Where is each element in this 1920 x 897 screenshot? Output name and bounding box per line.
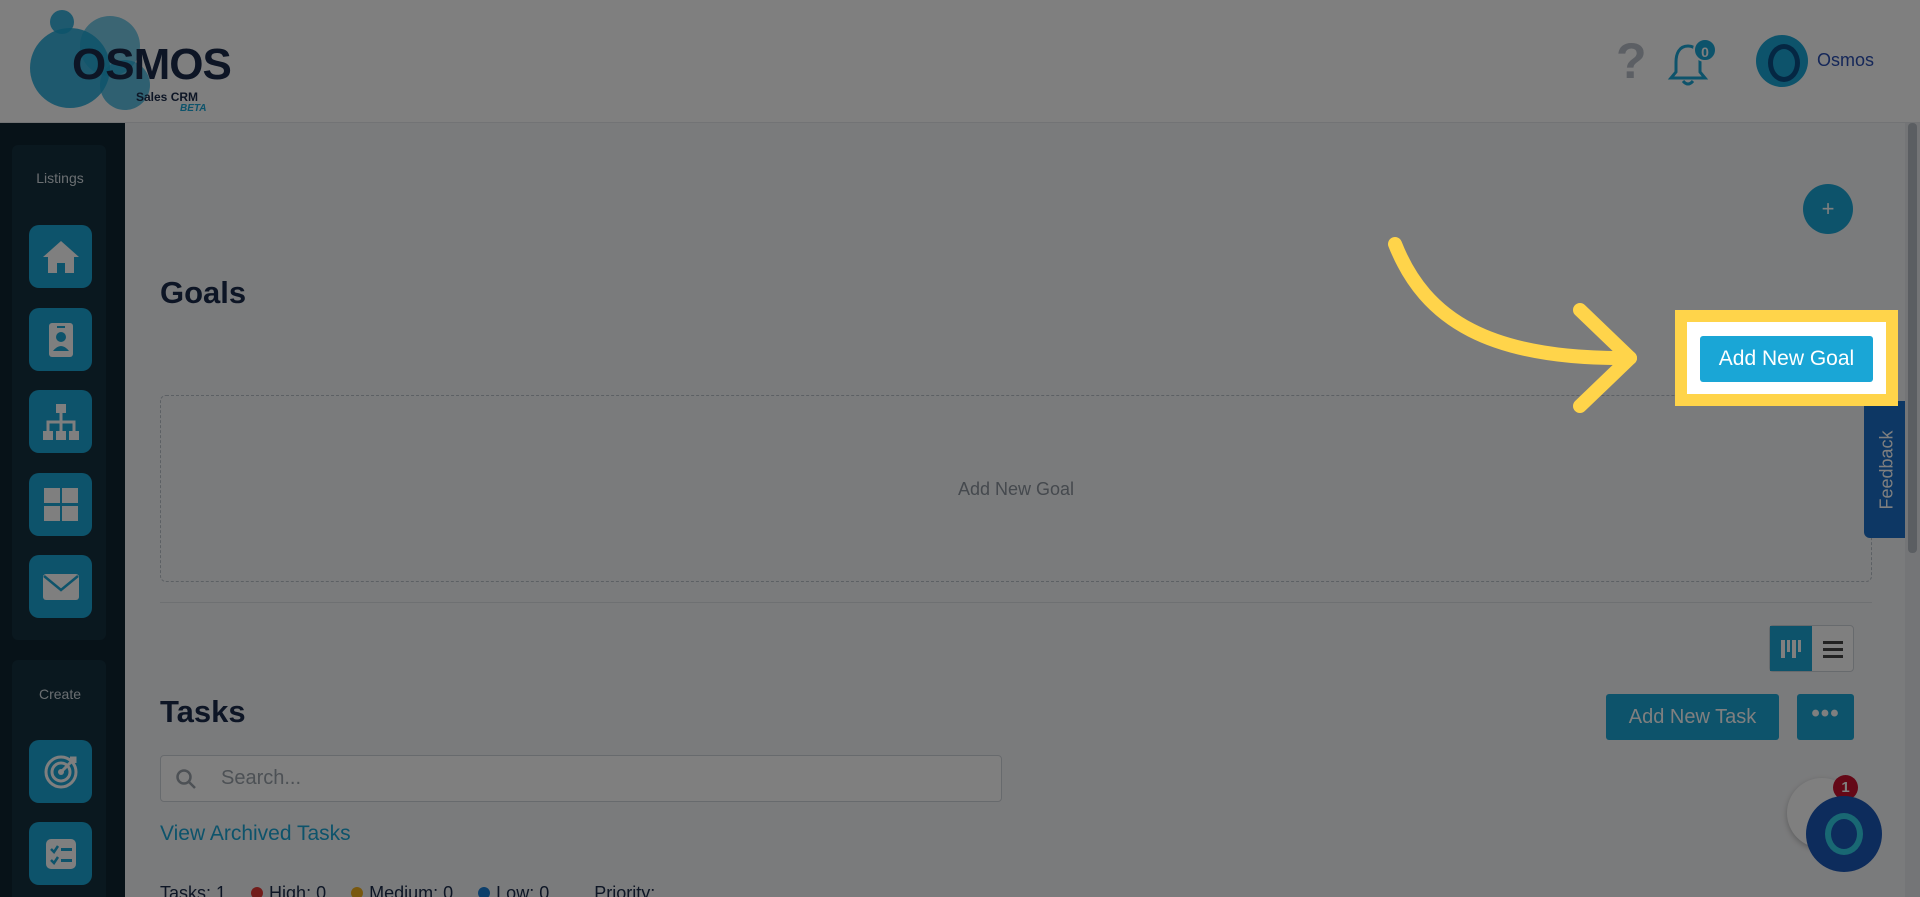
- question-icon[interactable]: ?: [1616, 36, 1647, 86]
- page-scrollbar[interactable]: [1905, 123, 1920, 897]
- add-new-task-button[interactable]: Add New Task: [1606, 694, 1779, 740]
- sidebar-item-mail[interactable]: [29, 555, 92, 618]
- kanban-view-button[interactable]: [1770, 626, 1812, 671]
- task-search: [160, 755, 1002, 802]
- task-stats: Tasks: 1 High: 0 Medium: 0 Low: 0 Priori…: [160, 883, 655, 897]
- sidebar-item-dashboard[interactable]: [29, 473, 92, 536]
- scrollbar-thumb[interactable]: [1908, 123, 1917, 553]
- grid-icon: [43, 487, 78, 521]
- feedback-tab[interactable]: Feedback: [1864, 401, 1909, 538]
- low-priority-dot: [478, 887, 491, 897]
- sidebar-item-contacts[interactable]: [29, 308, 92, 371]
- more-options-button[interactable]: •••: [1797, 694, 1854, 740]
- pointer-arrow-icon: [1388, 237, 1637, 413]
- osmos-logo[interactable]: OSMOS Sales CRM BETA: [30, 10, 232, 114]
- medium-priority-dot: [351, 887, 364, 897]
- view-archived-tasks-link[interactable]: View Archived Tasks: [160, 822, 351, 846]
- sidebar-item-create-task[interactable]: [29, 822, 92, 885]
- add-new-goal-button[interactable]: Add New Goal: [1700, 336, 1873, 382]
- logo-beta-tag: BETA: [180, 103, 207, 114]
- feedback-label: Feedback: [1876, 429, 1896, 510]
- list-view-button[interactable]: [1812, 626, 1854, 671]
- high-priority-dot: [251, 887, 264, 897]
- section-divider: [160, 602, 1872, 603]
- user-name[interactable]: Osmos: [1817, 50, 1874, 71]
- add-goal-placeholder[interactable]: Add New Goal: [160, 395, 1872, 582]
- checklist-icon: [45, 838, 76, 869]
- sidebar-section-listings: Listings: [36, 170, 84, 186]
- avatar[interactable]: [1756, 35, 1808, 87]
- goals-title: Goals: [160, 275, 247, 310]
- quick-add-button[interactable]: +: [1803, 184, 1853, 234]
- view-toggle: [1769, 625, 1854, 672]
- low-count: Low: 0: [496, 883, 550, 897]
- tasks-count: Tasks: 1: [160, 883, 227, 897]
- top-header: OSMOS Sales CRM BETA ? 0 Osmos: [0, 0, 1920, 123]
- list-icon: [1823, 640, 1843, 658]
- tasks-title: Tasks: [160, 694, 246, 729]
- sidebar: Listings Create: [0, 123, 125, 897]
- org-chart-icon: [42, 403, 79, 440]
- high-count: High: 0: [269, 883, 327, 897]
- priority-label: Priority:: [594, 883, 656, 897]
- search-input[interactable]: [221, 756, 981, 801]
- logo-wordmark: OSMOS: [72, 40, 232, 89]
- search-icon: [176, 769, 196, 789]
- mail-icon: [42, 573, 79, 600]
- medium-count: Medium: 0: [369, 883, 454, 897]
- sidebar-item-organization[interactable]: [29, 390, 92, 453]
- sidebar-section-create: Create: [38, 686, 82, 702]
- logo-subtitle: Sales CRM: [136, 90, 199, 104]
- notification-count-badge: 0: [1693, 38, 1717, 62]
- home-icon: [42, 240, 79, 273]
- contact-card-icon: [48, 322, 73, 357]
- sidebar-item-create-goal[interactable]: [29, 740, 92, 803]
- kanban-icon: [1781, 639, 1801, 658]
- chat-widget-button[interactable]: [1806, 796, 1882, 872]
- sidebar-item-home[interactable]: [29, 225, 92, 288]
- add-goal-placeholder-label: Add New Goal: [957, 479, 1075, 499]
- target-icon: [44, 755, 77, 788]
